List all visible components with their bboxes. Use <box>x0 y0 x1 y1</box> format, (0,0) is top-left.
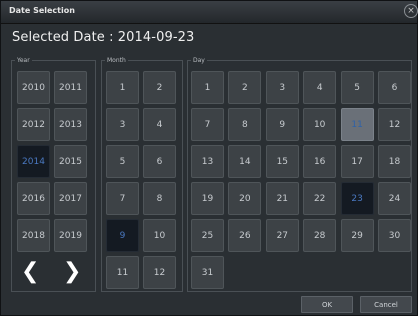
day-cell-13[interactable]: 13 <box>191 145 224 178</box>
month-cell-11[interactable]: 11 <box>106 256 139 289</box>
month-cell-6[interactable]: 6 <box>143 145 176 178</box>
month-cell-10[interactable]: 10 <box>143 219 176 252</box>
day-cell-14[interactable]: 14 <box>228 145 262 178</box>
day-cell-7[interactable]: 7 <box>191 108 224 141</box>
date-selection-dialog: Date Selection × Selected Date : 2014-09… <box>0 0 418 316</box>
day-cell-3[interactable]: 3 <box>265 71 299 104</box>
day-cell-29[interactable]: 29 <box>340 219 374 252</box>
day-cell-2[interactable]: 2 <box>228 71 262 104</box>
day-cell-8[interactable]: 8 <box>228 108 262 141</box>
day-cell-27[interactable]: 27 <box>265 219 299 252</box>
day-cell-4[interactable]: 4 <box>303 71 337 104</box>
day-cell-11[interactable]: 11 <box>340 108 374 141</box>
day-cell-23[interactable]: 23 <box>340 182 374 215</box>
month-cell-9[interactable]: 9 <box>106 219 139 252</box>
month-cell-2[interactable]: 2 <box>143 71 176 104</box>
year-cell-2017[interactable]: 2017 <box>54 182 87 215</box>
month-cell-5[interactable]: 5 <box>106 145 139 178</box>
day-cell-5[interactable]: 5 <box>340 71 374 104</box>
cancel-button[interactable]: Cancel <box>360 296 412 313</box>
year-cell-2010[interactable]: 2010 <box>17 71 50 104</box>
dialog-footer <box>1 293 417 315</box>
day-cell-16[interactable]: 16 <box>303 145 337 178</box>
month-cell-12[interactable]: 12 <box>143 256 176 289</box>
next-years-icon[interactable]: ❯ <box>63 259 81 284</box>
month-cell-3[interactable]: 3 <box>106 108 139 141</box>
day-cell-25[interactable]: 25 <box>191 219 224 252</box>
ok-button[interactable]: OK <box>301 296 353 313</box>
year-cell-2016[interactable]: 2016 <box>17 182 50 215</box>
year-cell-2011[interactable]: 2011 <box>54 71 87 104</box>
title-bar[interactable]: Date Selection × <box>1 1 418 24</box>
day-cell-12[interactable]: 12 <box>378 108 411 141</box>
day-cell-21[interactable]: 21 <box>265 182 299 215</box>
year-cell-2012[interactable]: 2012 <box>17 108 50 141</box>
selected-date-label: Selected Date : 2014-09-23 <box>12 30 195 45</box>
day-cell-15[interactable]: 15 <box>265 145 299 178</box>
year-cell-2014[interactable]: 2014 <box>17 145 50 178</box>
year-legend: Year <box>17 57 30 64</box>
window-title: Date Selection <box>9 6 75 15</box>
year-cell-2013[interactable]: 2013 <box>54 108 87 141</box>
day-cell-17[interactable]: 17 <box>340 145 374 178</box>
prev-years-icon[interactable]: ❮ <box>21 259 39 284</box>
day-cell-31[interactable]: 31 <box>191 256 224 289</box>
day-cell-6[interactable]: 6 <box>378 71 411 104</box>
month-cell-8[interactable]: 8 <box>143 182 176 215</box>
month-legend: Month <box>107 57 126 64</box>
day-cell-19[interactable]: 19 <box>191 182 224 215</box>
day-cell-28[interactable]: 28 <box>303 219 337 252</box>
day-cell-24[interactable]: 24 <box>378 182 411 215</box>
month-cell-4[interactable]: 4 <box>143 108 176 141</box>
day-cell-10[interactable]: 10 <box>303 108 337 141</box>
day-cell-1[interactable]: 1 <box>191 71 224 104</box>
day-cell-18[interactable]: 18 <box>378 145 411 178</box>
day-cell-22[interactable]: 22 <box>303 182 337 215</box>
close-icon[interactable]: × <box>404 4 418 18</box>
day-legend: Day <box>193 57 205 64</box>
year-cell-2018[interactable]: 2018 <box>17 219 50 252</box>
day-cell-20[interactable]: 20 <box>228 182 262 215</box>
month-cell-7[interactable]: 7 <box>106 182 139 215</box>
day-cell-9[interactable]: 9 <box>265 108 299 141</box>
day-cell-30[interactable]: 30 <box>378 219 411 252</box>
day-cell-26[interactable]: 26 <box>228 219 262 252</box>
year-cell-2015[interactable]: 2015 <box>54 145 87 178</box>
month-cell-1[interactable]: 1 <box>106 71 139 104</box>
year-cell-2019[interactable]: 2019 <box>54 219 87 252</box>
